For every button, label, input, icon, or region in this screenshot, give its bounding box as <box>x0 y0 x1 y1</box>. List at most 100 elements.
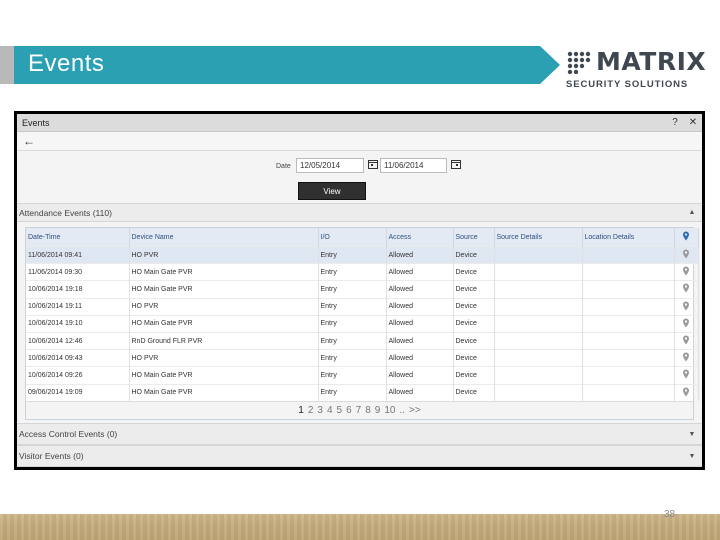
page-link[interactable]: 1 <box>298 405 304 416</box>
table-row[interactable]: 10/06/2014 19:10 HO Main Gate PVR Entry All… <box>26 314 699 333</box>
expand-icon[interactable]: ▼ <box>682 453 702 460</box>
table-row[interactable]: 10/06/2014 19:11 HO PVR Entry Allowed Device <box>26 297 699 316</box>
collapse-icon[interactable]: ▲ <box>682 209 702 216</box>
table-row[interactable]: 10/06/2014 09:43 HO PVR Entry Allowed Device <box>26 349 699 367</box>
cell-device-name: HO PVR <box>129 297 319 316</box>
cell-access: Allowed <box>386 297 454 316</box>
cell-io: Entry <box>318 331 387 350</box>
cell-access: Allowed <box>386 349 454 367</box>
page-link[interactable]: .. <box>399 405 405 416</box>
date-label: Date <box>276 163 291 170</box>
page-link[interactable]: 4 <box>327 405 333 416</box>
page-link[interactable]: 8 <box>365 405 371 416</box>
page-link[interactable]: 9 <box>375 405 381 416</box>
calendar-icon[interactable] <box>450 159 462 171</box>
cell-device-name: HO Main Gate PVR <box>129 280 319 299</box>
cell-source-details <box>494 263 583 281</box>
cell-source: Device <box>453 331 495 350</box>
visitor-events-header[interactable]: Visitor Events (0) ▼ <box>17 445 702 467</box>
events-window: Events ? ✕ ← Date View Attendanc <box>14 111 705 470</box>
location-pin-cell[interactable] <box>674 263 699 281</box>
col-header-date-time[interactable]: Date-Time <box>26 228 130 247</box>
col-header-access[interactable]: Access <box>386 228 454 247</box>
location-pin-icon[interactable] <box>682 369 690 379</box>
location-pin-cell[interactable] <box>674 297 699 316</box>
page-link[interactable]: 6 <box>346 405 352 416</box>
location-pin-icon[interactable] <box>682 318 690 328</box>
location-pin-header <box>674 228 699 247</box>
cell-location-details <box>582 263 675 281</box>
date-filter: Date View <box>17 151 702 203</box>
location-pin-icon[interactable] <box>682 335 690 345</box>
table-row[interactable]: 10/06/2014 12:46 RnD Ground FLR PVR Entry A… <box>26 331 699 350</box>
col-header-source[interactable]: Source <box>453 228 495 247</box>
col-header-device-name[interactable]: Device Name <box>129 228 319 247</box>
access-control-events-header[interactable]: Access Control Events (0) ▼ <box>17 423 702 446</box>
page-link[interactable]: 5 <box>337 405 343 416</box>
logo-mark-icon <box>567 51 591 74</box>
cell-source-details <box>494 366 583 384</box>
window-title: Events <box>22 117 50 128</box>
table-row[interactable]: 09/06/2014 19:09 HO Main Gate PVR Entry All… <box>26 383 699 402</box>
cell-date-time: 10/06/2014 12:46 <box>26 331 130 350</box>
cell-access: Allowed <box>386 383 454 402</box>
to-date-input[interactable] <box>380 158 447 173</box>
col-header-source-details[interactable]: Source Details <box>494 228 583 247</box>
expand-icon[interactable]: ▼ <box>682 431 702 438</box>
cell-location-details <box>582 245 675 264</box>
help-icon[interactable]: ? <box>666 117 684 128</box>
attendance-events-header[interactable]: Attendance Events (110) ▲ <box>17 203 702 222</box>
arrow-left-icon[interactable]: ← <box>23 134 35 148</box>
logo-tagline: SECURITY SOLUTIONS <box>566 79 689 90</box>
cell-io: Entry <box>318 383 387 402</box>
cell-device-name: HO Main Gate PVR <box>129 263 319 281</box>
location-pin-icon[interactable] <box>682 352 690 362</box>
location-pin-cell[interactable] <box>674 245 699 264</box>
location-pin-icon[interactable] <box>682 301 690 311</box>
location-pin-icon[interactable] <box>682 283 690 293</box>
col-header-location-details[interactable]: Location Details <box>582 228 675 247</box>
table-row[interactable]: 11/06/2014 09:30 HO Main Gate PVR Entry All… <box>26 263 699 281</box>
location-pin-cell[interactable] <box>674 280 699 299</box>
cell-source-details <box>494 331 583 350</box>
calendar-icon[interactable] <box>367 159 379 171</box>
location-pin-cell[interactable] <box>674 366 699 384</box>
table-row[interactable]: 10/06/2014 19:18 HO Main Gate PVR Entry All… <box>26 280 699 299</box>
location-pin-cell[interactable] <box>674 331 699 350</box>
location-pin-icon[interactable] <box>682 249 690 259</box>
location-pin-cell[interactable] <box>674 314 699 333</box>
cell-source-details <box>494 297 583 316</box>
page-link[interactable]: 2 <box>308 405 314 416</box>
cell-date-time: 11/06/2014 09:41 <box>26 245 130 264</box>
page-link[interactable]: 7 <box>356 405 362 416</box>
cell-location-details <box>582 366 675 384</box>
cell-source-details <box>494 349 583 367</box>
location-pin-cell[interactable] <box>674 349 699 367</box>
table-row[interactable]: 10/06/2014 09:26 HO Main Gate PVR Entry All… <box>26 366 699 384</box>
cell-access: Allowed <box>386 245 454 264</box>
from-date-input[interactable] <box>296 158 364 173</box>
page-link[interactable]: >> <box>409 405 421 416</box>
cell-source: Device <box>453 263 495 281</box>
window-titlebar: Events ? ✕ <box>17 114 702 132</box>
cell-location-details <box>582 331 675 350</box>
cell-source-details <box>494 280 583 299</box>
slide-number: 38 <box>664 509 676 520</box>
cell-io: Entry <box>318 366 387 384</box>
cell-source-details <box>494 245 583 264</box>
col-header-io[interactable]: I/O <box>318 228 387 247</box>
page-link[interactable]: 10 <box>384 405 395 416</box>
close-icon[interactable]: ✕ <box>684 117 702 128</box>
access-control-events-title: Access Control Events (0) <box>19 429 118 440</box>
location-pin-icon[interactable] <box>682 387 690 397</box>
table-row[interactable]: 11/06/2014 09:41 HO PVR Entry Allowed Device <box>26 245 699 264</box>
cell-source-details <box>494 314 583 333</box>
cell-location-details <box>582 280 675 299</box>
cell-source: Device <box>453 366 495 384</box>
cell-io: Entry <box>318 314 387 333</box>
attendance-events-title: Attendance Events (110) <box>19 207 112 218</box>
view-button[interactable]: View <box>298 182 366 200</box>
page-link[interactable]: 3 <box>317 405 323 416</box>
location-pin-icon[interactable] <box>682 266 690 276</box>
location-pin-cell[interactable] <box>674 383 699 402</box>
